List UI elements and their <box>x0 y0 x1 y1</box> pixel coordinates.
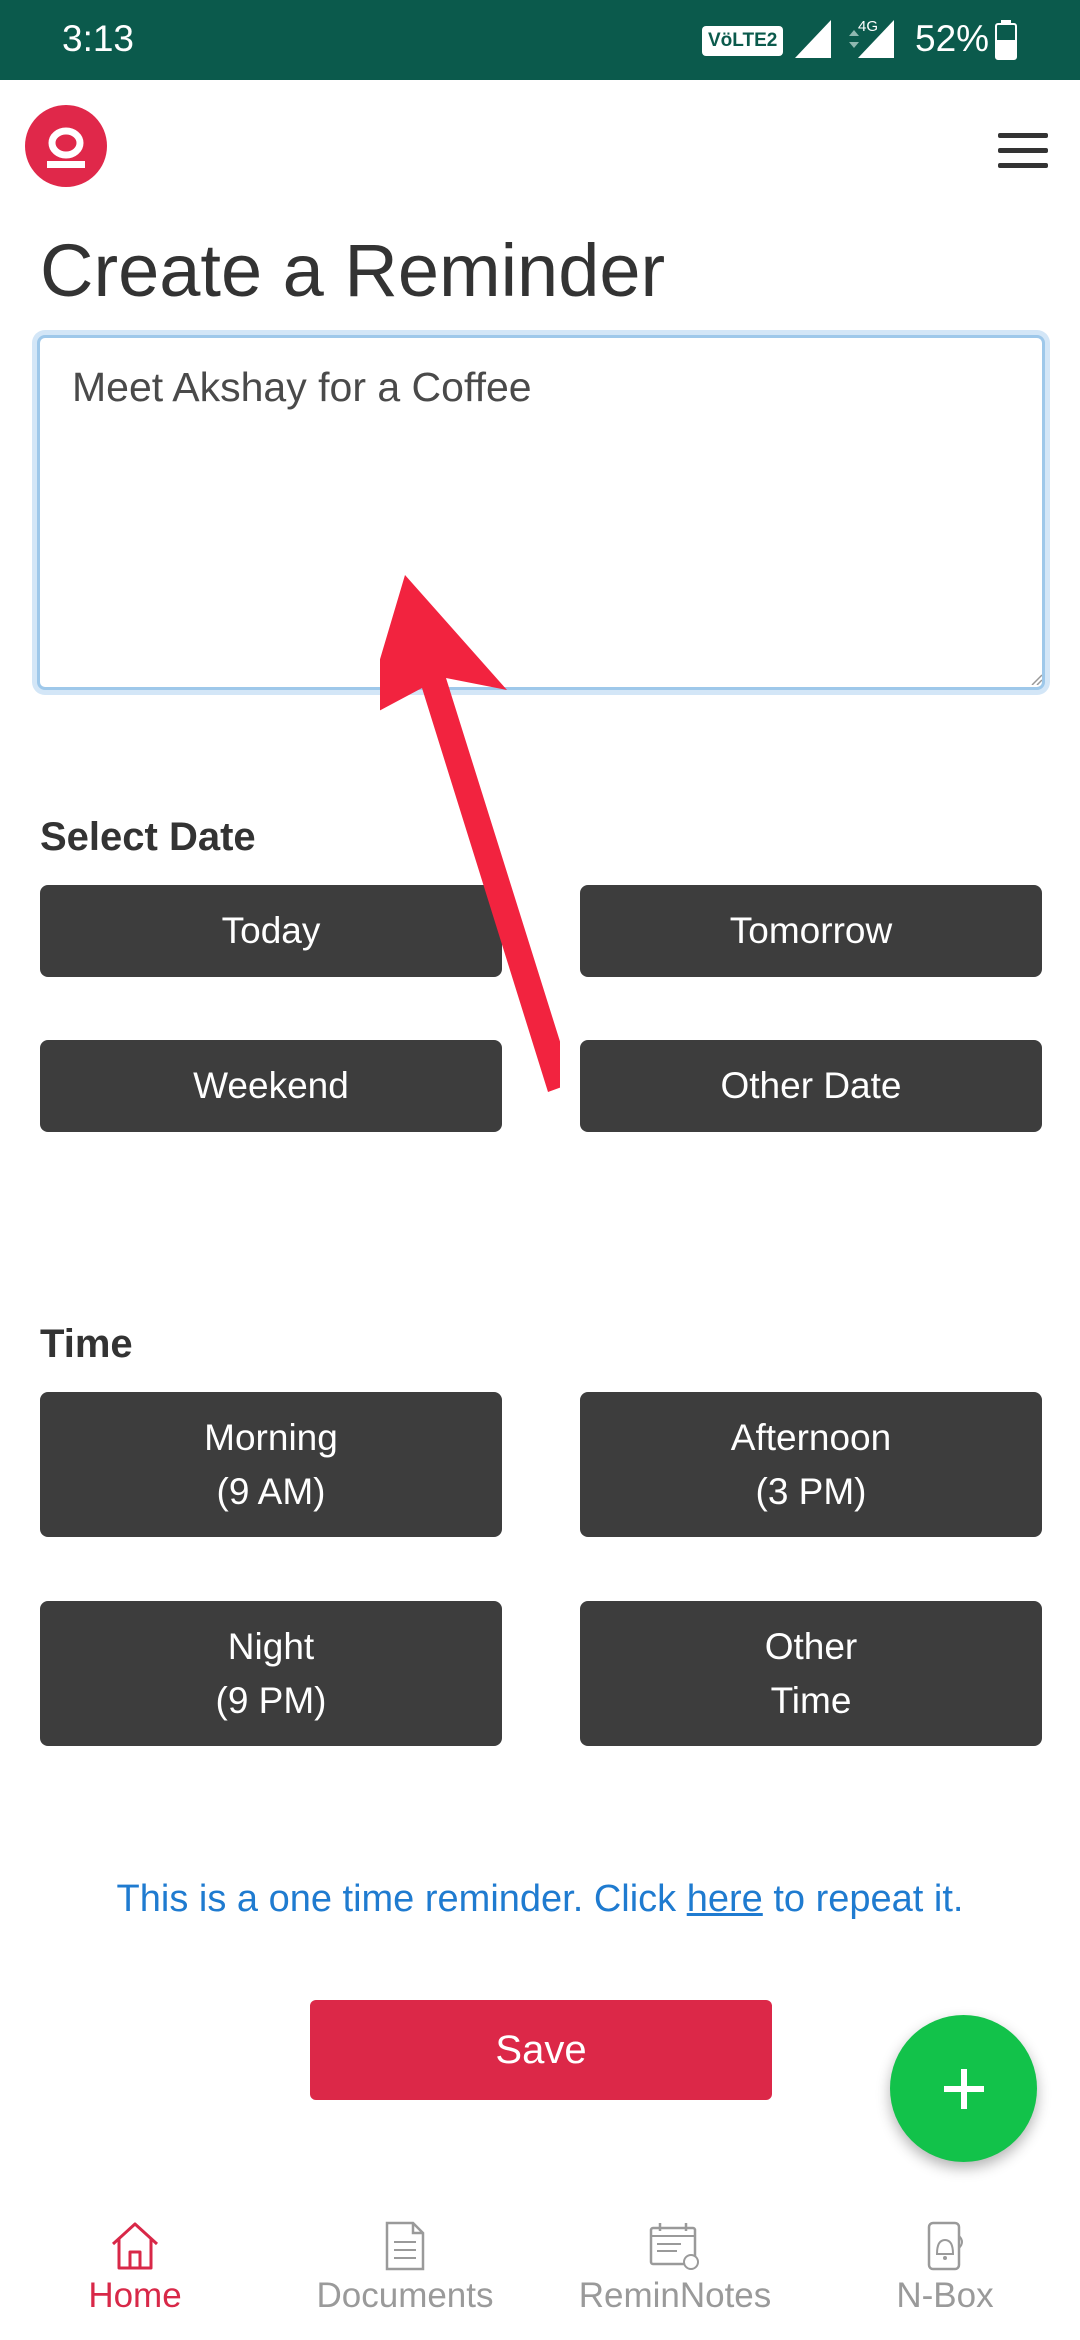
time-label: Time <box>40 1322 133 1366</box>
repeat-note: This is a one time reminder. Click here … <box>116 1878 964 1920</box>
logo-glyph <box>47 127 85 168</box>
volte-badge: VöLTE2 <box>702 26 784 56</box>
nav-documents-label: Documents <box>316 2276 494 2315</box>
document-icon <box>385 2221 425 2271</box>
nbox-icon <box>927 2221 963 2271</box>
nav-home-label: Home <box>88 2276 182 2315</box>
signal-icon <box>795 20 831 58</box>
date-other-button[interactable]: Other Date <box>580 1040 1042 1132</box>
nav-nbox[interactable]: N-Box <box>810 2220 1080 2340</box>
save-button[interactable]: Save <box>310 2000 772 2100</box>
time-night-button[interactable]: Night (9 PM) <box>40 1601 502 1746</box>
battery-percent: 52% <box>915 18 990 59</box>
nav-reminotes[interactable]: ReminNotes <box>540 2220 810 2340</box>
bottom-navigation: Home Documents ReminNotes N-Box <box>0 2210 1080 2340</box>
status-bar: 3:13 VöLTE2 4G 52% <box>0 0 1080 80</box>
status-time: 3:13 <box>62 18 135 59</box>
battery-icon <box>995 20 1017 60</box>
time-morning-button[interactable]: Morning (9 AM) <box>40 1392 502 1537</box>
page-title: Create a Reminder <box>40 229 666 312</box>
annotation-arrow-icon <box>380 575 560 1092</box>
hamburger-menu-icon[interactable] <box>998 133 1048 169</box>
time-other-button[interactable]: Other Time <box>580 1601 1042 1746</box>
nav-nbox-label: N-Box <box>896 2276 994 2315</box>
resize-grip-icon[interactable] <box>1030 673 1042 685</box>
date-tomorrow-button[interactable]: Tomorrow <box>580 885 1042 977</box>
add-fab-button[interactable] <box>890 2015 1037 2162</box>
plus-icon <box>943 2068 984 2109</box>
home-icon <box>111 2222 159 2270</box>
nav-reminotes-label: ReminNotes <box>578 2276 772 2315</box>
reminotes-icon <box>649 2223 699 2270</box>
nav-documents[interactable]: Documents <box>270 2220 540 2340</box>
time-afternoon-button[interactable]: Afternoon (3 PM) <box>580 1392 1042 1537</box>
repeat-here-link[interactable]: here <box>687 1878 763 1920</box>
select-date-label: Select Date <box>40 815 256 859</box>
nav-home[interactable]: Home <box>0 2220 270 2340</box>
signal-4g-icon <box>849 20 894 58</box>
app-logo-icon[interactable] <box>25 105 107 187</box>
